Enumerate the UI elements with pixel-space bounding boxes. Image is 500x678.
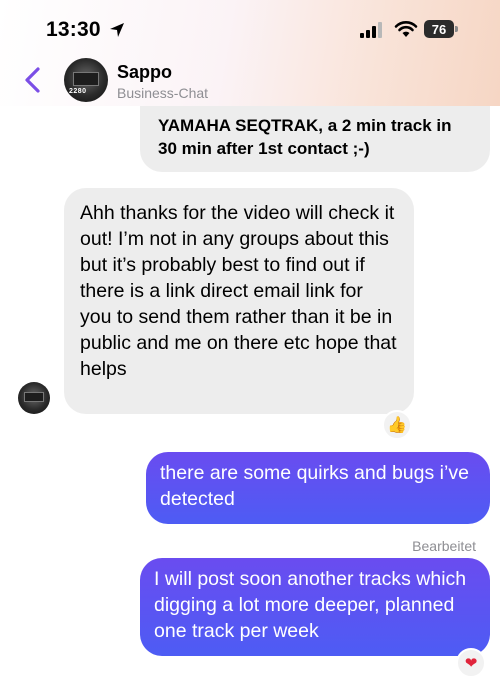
- signal-icon: [360, 22, 382, 38]
- contact-name[interactable]: Sappo: [117, 62, 172, 83]
- wifi-icon: [394, 21, 418, 37]
- message-bubble[interactable]: I will post soon another tracks which di…: [140, 558, 490, 656]
- message-text: YAMAHA SEQTRAK, a 2 min track in 30 min …: [158, 116, 452, 158]
- avatar-tag: 2280: [69, 88, 87, 95]
- avatar[interactable]: 2280: [64, 58, 108, 102]
- chat-header: 13:30 76 2280 Sappo Business-Chat: [0, 0, 500, 106]
- location-arrow-icon: [110, 23, 124, 37]
- message-bubble[interactable]: YAMAHA SEQTRAK, a 2 min track in 30 min …: [140, 106, 490, 172]
- heart-icon[interactable]: ❤: [456, 648, 486, 678]
- avatar-image: [24, 392, 44, 402]
- battery-nub: [455, 26, 458, 32]
- battery-level: 76: [431, 21, 447, 37]
- reaction-emoji: 👍: [387, 417, 407, 434]
- status-time: 13:30: [46, 18, 101, 41]
- message-text: I will post soon another tracks which di…: [154, 568, 467, 642]
- message-bubble[interactable]: Ahh thanks for the video will check it o…: [64, 188, 414, 414]
- reaction-emoji: ❤: [464, 655, 478, 672]
- thumbs-up-icon[interactable]: 👍: [382, 410, 412, 440]
- message-text: Ahh thanks for the video will check it o…: [80, 202, 397, 380]
- sender-avatar[interactable]: [18, 382, 50, 414]
- contact-subtitle: Business-Chat: [117, 85, 209, 101]
- back-chevron-icon[interactable]: [22, 66, 44, 94]
- edited-label: Bearbeitet: [412, 538, 476, 554]
- avatar-image: [73, 72, 99, 86]
- battery-icon: 76: [424, 20, 454, 38]
- message-text: there are some quirks and bugs i’ve dete…: [160, 462, 469, 510]
- message-bubble[interactable]: there are some quirks and bugs i’ve dete…: [146, 452, 490, 524]
